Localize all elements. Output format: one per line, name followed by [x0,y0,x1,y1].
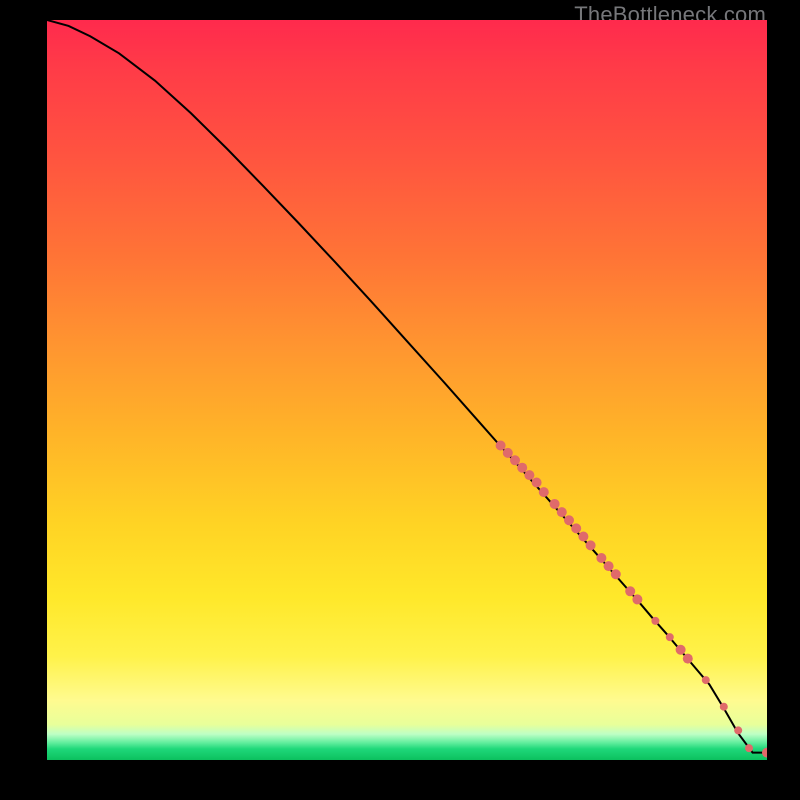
chart-line [47,20,767,753]
data-point [632,594,642,604]
chart-frame: TheBottleneck.com [0,0,800,800]
data-point [557,507,567,517]
data-point [550,499,560,509]
data-point [517,463,527,473]
data-point [734,726,742,734]
data-point [510,455,520,465]
data-point [578,532,588,542]
data-point [596,553,606,563]
chart-svg [47,20,767,760]
data-point [702,676,710,684]
data-point [625,586,635,596]
data-point [524,470,534,480]
chart-markers [496,441,767,758]
data-point [503,448,513,458]
data-point [611,569,621,579]
data-point [496,441,506,451]
data-point [745,744,753,752]
data-point [604,561,614,571]
data-point [666,633,674,641]
data-point [651,617,659,625]
data-point [762,748,767,758]
data-point [539,487,549,497]
data-point [676,645,686,655]
data-point [720,703,728,711]
data-point [532,478,542,488]
data-point [586,540,596,550]
data-point [683,654,693,664]
data-point [571,523,581,533]
plot-area [47,20,767,760]
data-point [564,515,574,525]
